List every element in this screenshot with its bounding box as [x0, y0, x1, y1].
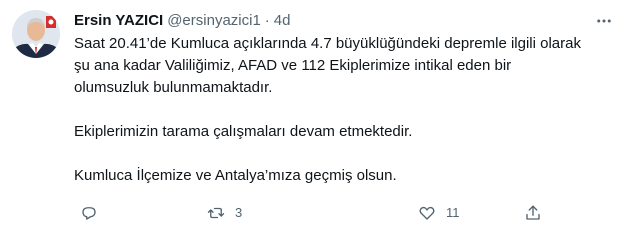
retweet-icon	[199, 196, 233, 230]
share-button[interactable]	[516, 196, 552, 230]
tweet-paragraph-1: Saat 20.41’de Kumluca açıklarında 4.7 bü…	[74, 33, 622, 99]
tweet-line-2: şu ana kadar Valiliğimiz, AFAD ve 112 Ek…	[74, 57, 512, 74]
reply-icon	[72, 196, 106, 230]
author-handle[interactable]: @ersinyazici1	[167, 11, 261, 31]
retweet-button[interactable]: 3	[199, 196, 242, 230]
tweet-card[interactable]: Ersin YAZICI @ersinyazici1 · 4d Saat 20.…	[0, 0, 640, 240]
tweet-paragraph-2: Ekiplerimizin tarama çalışmaları devam e…	[74, 123, 413, 140]
tweet-line-3: olumsuzluk bulunmamaktadır.	[74, 79, 273, 96]
tweet-paragraph-3: Kumluca İlçemize ve Antalya’mıza geçmiş …	[74, 167, 397, 184]
author-display-name[interactable]: Ersin YAZICI	[74, 11, 163, 31]
user-avatar-icon	[12, 10, 60, 58]
reply-button[interactable]	[72, 196, 108, 230]
tweet-line-1: Saat 20.41’de Kumluca açıklarında 4.7 bü…	[74, 35, 581, 52]
tweet-timestamp[interactable]: 4d	[274, 11, 291, 31]
header-separator: ·	[264, 12, 270, 29]
share-icon	[516, 196, 550, 230]
more-horizontal-icon	[597, 19, 611, 23]
heart-icon	[410, 196, 444, 230]
like-button[interactable]: 11	[410, 196, 460, 230]
more-button[interactable]	[592, 9, 616, 33]
tweet-header: Ersin YAZICI @ersinyazici1 · 4d	[74, 11, 290, 31]
like-count: 11	[446, 205, 460, 220]
tweet-actions: 3 11	[64, 196, 564, 230]
retweet-count: 3	[235, 205, 243, 220]
tweet-text: Saat 20.41’de Kumluca açıklarında 4.7 bü…	[74, 33, 622, 187]
author-avatar[interactable]	[12, 10, 60, 58]
